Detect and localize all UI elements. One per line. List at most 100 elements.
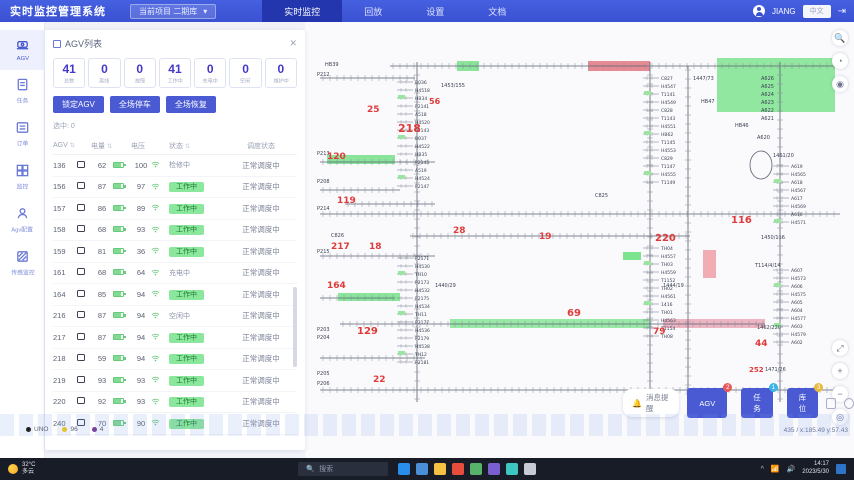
username: JIANG <box>772 7 796 16</box>
col-header-dispatch[interactable]: 调度状态 <box>225 141 297 151</box>
taskbar-app-2[interactable] <box>434 463 446 475</box>
agv-number-marker[interactable]: 164 <box>327 281 346 291</box>
col-header-status[interactable]: 状态 ⇅ <box>169 141 225 151</box>
col-header-agv[interactable]: AGV ⇅ <box>53 142 91 149</box>
agv-row-156[interactable]: 1568797工作中正常调度中 <box>53 177 297 199</box>
stat-box-1[interactable]: 0离线 <box>88 58 120 88</box>
agv-row-164[interactable]: 1648594工作中正常调度中 <box>53 284 297 306</box>
col-header-battery[interactable]: 电量 ⇅ <box>91 141 131 151</box>
taskbar-weather[interactable]: 32°C 多云 <box>0 462 43 477</box>
search-icon[interactable]: 🔍 <box>832 30 848 46</box>
status-badge: 工作中 <box>169 333 204 343</box>
agv-number-marker[interactable]: 119 <box>337 196 356 206</box>
tab-0[interactable]: 实时监控 <box>262 0 342 22</box>
taskbar-app-0[interactable] <box>398 463 410 475</box>
toggle-agv-button[interactable]: AGV2 <box>687 388 727 418</box>
logout-icon[interactable]: ⇥ <box>838 6 846 17</box>
stat-value: 0 <box>89 62 119 76</box>
agv-number-marker[interactable]: 116 <box>731 215 752 226</box>
settings-icon[interactable] <box>844 398 854 409</box>
station-label: B037 <box>415 136 427 142</box>
network-icon[interactable]: 📶 <box>771 465 780 473</box>
agv-row-218[interactable]: 2185994工作中正常调度中 <box>53 349 297 371</box>
toggle-任务-button[interactable]: 任务1 <box>741 388 773 418</box>
alert-pill[interactable]: 🔔 消息提醒 <box>623 389 679 417</box>
sidebar-item-monitor[interactable]: 监控 <box>0 156 45 199</box>
stat-box-5[interactable]: 0空闲 <box>229 58 261 88</box>
agv-number-marker[interactable]: 19 <box>539 232 552 242</box>
lock-agv-button[interactable]: 锁定AGV <box>53 96 104 113</box>
agv-number-marker[interactable]: 120 <box>327 152 346 162</box>
tab-1[interactable]: 回放 <box>342 0 404 22</box>
stat-box-6[interactable]: 0维护中 <box>265 58 297 88</box>
taskbar-app-3[interactable] <box>452 463 464 475</box>
stat-box-3[interactable]: 41工作中 <box>159 58 191 88</box>
agv-number-marker[interactable]: 56 <box>429 97 441 106</box>
battery-value: 62 <box>91 161 113 170</box>
stat-value: 41 <box>54 62 84 76</box>
agv-number-marker[interactable]: 69 <box>567 308 581 319</box>
tab-3[interactable]: 文档 <box>466 0 528 22</box>
taskbar-search[interactable]: 🔍 搜索 <box>298 462 388 476</box>
pie-icon[interactable]: ◔ <box>832 53 848 69</box>
track-map-canvas[interactable]: B036H4518HB34P2141A518H4520P2143B037H452… <box>305 22 854 458</box>
toggle-库位-button[interactable]: 库位3 <box>787 388 819 418</box>
sidebar-item-orders[interactable]: 订单 <box>0 113 45 156</box>
agv-number-marker[interactable]: 44 <box>755 339 768 349</box>
agv-number-marker[interactable]: 218 <box>398 122 421 135</box>
map-bottom-toolbar: 🔔 消息提醒 AGV2 任务1 库位3 <box>623 388 854 418</box>
taskbar-app-6[interactable] <box>506 463 518 475</box>
resume-all-button[interactable]: 全场恢复 <box>166 96 216 113</box>
language-button[interactable]: 中文 <box>803 5 831 18</box>
agv-row-217[interactable]: 2178794工作中正常调度中 <box>53 327 297 349</box>
agv-number-marker[interactable]: 79 <box>653 327 666 337</box>
layers-icon[interactable] <box>826 398 836 409</box>
zoom-in-icon[interactable]: + <box>832 363 848 379</box>
col-header-voltage[interactable]: 电压 <box>131 141 169 151</box>
sidebar-item-agv[interactable]: AGV <box>0 30 45 70</box>
gauge-icon[interactable]: ◉ <box>832 76 848 92</box>
agv-row-220[interactable]: 2209293工作中正常调度中 <box>53 392 297 414</box>
agv-row-216[interactable]: 2168794空闲中正常调度中 <box>53 306 297 328</box>
stop-all-button[interactable]: 全场停车 <box>110 96 160 113</box>
voltage-value: 94 <box>131 311 151 320</box>
agv-row-161[interactable]: 1616864充电中正常调度中 <box>53 263 297 285</box>
agv-number-marker[interactable]: 18 <box>369 242 382 252</box>
agv-number-marker[interactable]: 220 <box>655 233 676 244</box>
volume-icon[interactable]: 🔊 <box>787 465 796 473</box>
taskbar-clock[interactable]: 14:17 2023/5/30 <box>802 461 829 477</box>
agv-number-marker[interactable]: 25 <box>367 105 380 115</box>
tray-chevron-icon[interactable]: ^ <box>761 466 764 473</box>
taskbar-app-4[interactable] <box>470 463 482 475</box>
agv-number-marker[interactable]: 22 <box>373 375 386 385</box>
agv-row-219[interactable]: 2199393工作中正常调度中 <box>53 370 297 392</box>
stat-box-0[interactable]: 41总数 <box>53 58 85 88</box>
expand-icon[interactable]: ⤢ <box>832 340 848 356</box>
sidebar-item-agv-config[interactable]: Agv配置 <box>0 199 45 242</box>
agv-row-157[interactable]: 1578689工作中正常调度中 <box>53 198 297 220</box>
agv-number-marker[interactable]: 217 <box>331 242 350 252</box>
taskbar-app-1[interactable] <box>416 463 428 475</box>
topbar-right: JIANG 中文 ⇥ <box>753 5 854 18</box>
close-icon[interactable]: ✕ <box>289 38 297 49</box>
notification-center-icon[interactable] <box>836 464 846 474</box>
project-select-dropdown[interactable]: 当前项目 二期库 ▾ <box>130 4 216 19</box>
taskbar-app-5[interactable] <box>488 463 500 475</box>
sidebar-item-sensor-monitor[interactable]: 传感监控 <box>0 242 45 285</box>
agv-row-158[interactable]: 1586893工作中正常调度中 <box>53 220 297 242</box>
agv-number-marker[interactable]: 28 <box>453 226 466 236</box>
agv-row-159[interactable]: 1598136工作中正常调度中 <box>53 241 297 263</box>
table-scrollbar[interactable] <box>293 287 297 367</box>
agv-number-marker[interactable]: 129 <box>357 326 378 337</box>
agv-row-136[interactable]: 13662100检修中正常调度中 <box>53 155 297 177</box>
station-label: A616 <box>791 212 803 218</box>
station-label: H4555 <box>661 172 676 178</box>
taskbar-app-7[interactable] <box>524 463 536 475</box>
map-label: 1444/19 <box>663 283 684 289</box>
stat-box-2[interactable]: 0故障 <box>124 58 156 88</box>
agv-number-marker[interactable]: 252 <box>749 366 764 374</box>
station-label: TH03 <box>660 262 673 268</box>
tab-2[interactable]: 设置 <box>404 0 466 22</box>
stat-box-4[interactable]: 0充电中 <box>194 58 226 88</box>
sidebar-item-tasks[interactable]: 任务 <box>0 70 45 113</box>
